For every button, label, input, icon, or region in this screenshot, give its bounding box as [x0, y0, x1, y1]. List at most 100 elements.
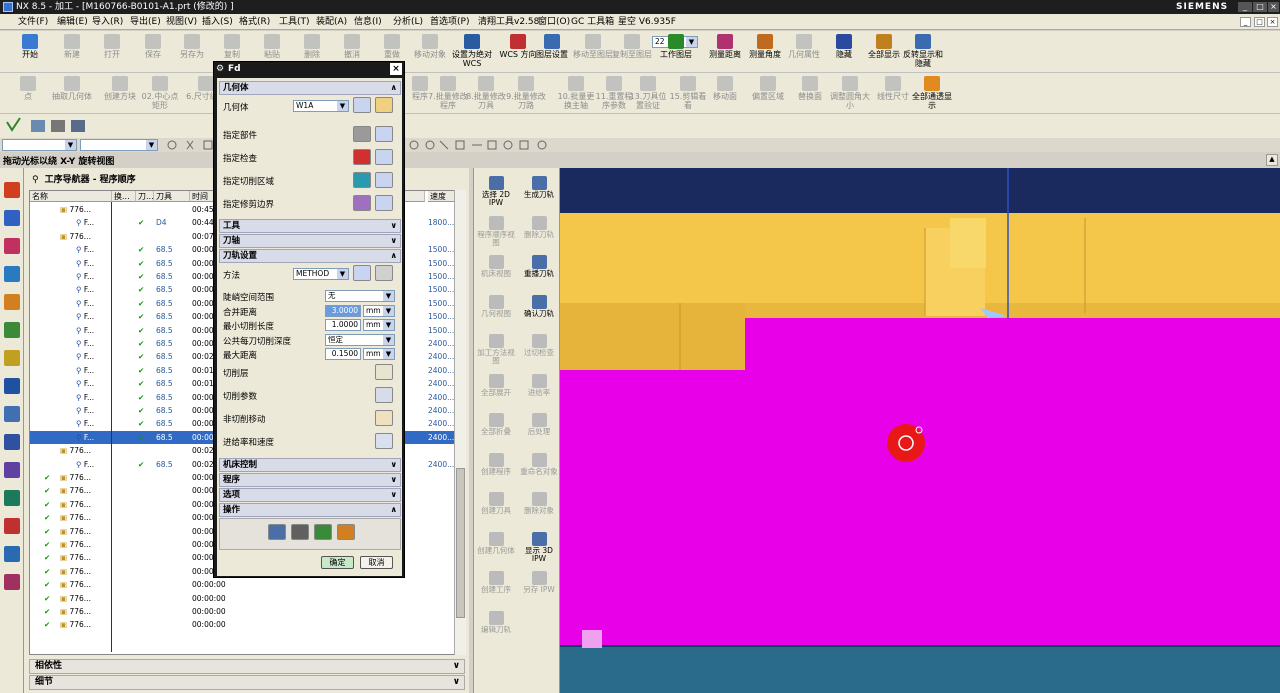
op-button[interactable]: 过切检查	[517, 334, 561, 357]
op-button[interactable]: 选择 2D IPW	[474, 176, 518, 207]
op-button[interactable]: 加工方法视图	[474, 334, 518, 365]
transparent-button[interactable]: 全部通透显示	[912, 76, 952, 110]
save-as-button[interactable]: 另存为	[172, 34, 212, 59]
invert-show-button[interactable]: 反转显示和隐藏	[903, 34, 943, 68]
details-section[interactable]: 细节 ∨	[29, 675, 465, 690]
batch-program-button[interactable]: 7.批量修改程序	[428, 76, 468, 110]
op-button[interactable]: 创建工序	[474, 571, 518, 594]
menu-item[interactable]: 工具(T)	[279, 14, 310, 30]
menu-item[interactable]: 视图(V)	[166, 14, 197, 30]
table-row[interactable]: ▣ 776... ✔ 00:00:00	[30, 578, 460, 591]
op-button[interactable]: 确认刀轨	[517, 294, 561, 318]
assembly-navigator-icon[interactable]	[4, 182, 20, 198]
redo-button[interactable]: 重做	[372, 34, 412, 59]
palette-icon[interactable]	[4, 574, 20, 590]
op-button[interactable]: 重播刀轨	[517, 255, 561, 278]
resize-fillet-button[interactable]: 调整圆角大小	[830, 76, 870, 110]
measure-distance-button[interactable]: 测量距离	[705, 34, 745, 59]
save-button[interactable]: 保存	[133, 34, 173, 59]
op-button[interactable]: 全部展开	[474, 373, 518, 397]
offset-region-button[interactable]: 偏置区域	[748, 76, 788, 101]
system-scenes-icon[interactable]	[4, 546, 20, 562]
doc-minimize-button[interactable]: _	[1240, 17, 1251, 27]
menu-item[interactable]: 格式(R)	[239, 14, 270, 30]
tool-header[interactable]: 工具 ∨	[219, 219, 401, 233]
field-input[interactable]: 0.1500	[325, 348, 361, 360]
point-button[interactable]: 点	[8, 76, 48, 101]
clip-button[interactable]: 15.剪辑看看	[668, 76, 708, 110]
op-button[interactable]: 机床视图	[474, 255, 518, 278]
minimize-button[interactable]: _	[1238, 2, 1252, 12]
display-geometry-icon[interactable]	[375, 172, 393, 188]
column-header[interactable]: 刀...	[136, 191, 154, 202]
op-button[interactable]: 显示 3D IPW	[517, 531, 561, 563]
menu-item[interactable]: 导入(R)	[92, 14, 123, 30]
collapsed-section-header[interactable]: 机床控制 ∨	[219, 458, 401, 472]
menu-item[interactable]: 插入(S)	[202, 14, 233, 30]
hide-button[interactable]: 隐藏	[824, 34, 864, 59]
op-button[interactable]: 重命名对象	[517, 452, 561, 476]
hd3d-tools-icon[interactable]	[4, 350, 20, 366]
doc-restore-button[interactable]: □	[1254, 17, 1265, 27]
menu-item[interactable]: 窗口(O)	[538, 14, 570, 30]
part-navigator-icon[interactable]	[4, 238, 20, 254]
ok-button[interactable]: 确定	[321, 556, 354, 569]
field-input[interactable]: 3.0000	[325, 304, 361, 317]
maximize-button[interactable]: □	[1253, 2, 1267, 12]
extract-geometry-button[interactable]: 抽取几何体	[52, 76, 92, 101]
list-icon[interactable]	[337, 524, 355, 540]
column-header[interactable]: 换...	[112, 191, 136, 202]
geometry-props-button[interactable]: 几何属性	[784, 34, 824, 59]
navigator-vscrollbar[interactable]	[454, 190, 466, 655]
select-geometry-icon[interactable]	[353, 126, 371, 142]
undo-button[interactable]: 撤消	[332, 34, 372, 59]
web-browser-icon[interactable]	[4, 378, 20, 394]
op-button[interactable]: 后处理	[517, 413, 561, 436]
copy-button[interactable]: 复制	[212, 34, 252, 59]
show-all-button[interactable]: 全部显示	[864, 34, 904, 59]
new-button[interactable]: 新建	[52, 34, 92, 59]
menu-item[interactable]: 星空 V6.935F	[618, 14, 676, 30]
display-geometry-icon[interactable]	[375, 126, 393, 142]
op-button[interactable]: 删除刀轨	[517, 215, 561, 239]
op-button[interactable]: 创建几何体	[474, 531, 518, 555]
doc-close-button[interactable]: ×	[1267, 17, 1278, 27]
selection-tools-icon[interactable]	[3, 116, 103, 136]
field-input[interactable]: 1.0000	[325, 319, 361, 331]
table-row[interactable]: ▣ 776... ✔ 00:00:00	[30, 605, 460, 618]
open-button[interactable]: 打开	[92, 34, 132, 59]
move-face-button[interactable]: 移动面	[705, 76, 745, 101]
menu-item[interactable]: GC 工具箱	[571, 14, 614, 30]
graphics-window[interactable]	[560, 168, 1280, 693]
generate-icon[interactable]	[268, 524, 286, 540]
tool-pos-button[interactable]: 13.刀具位置验证	[628, 76, 668, 110]
path-settings-header[interactable]: 刀轨设置 ∧	[219, 249, 401, 263]
select-geometry-icon[interactable]	[353, 149, 371, 165]
table-row[interactable]: ▣ 776... ✔ 00:00:00	[30, 592, 460, 605]
reuse-library-icon[interactable]	[4, 322, 20, 338]
menu-item[interactable]: 信息(I)	[354, 14, 382, 30]
scope-filter-select[interactable]: ▼	[80, 139, 158, 151]
select-geometry-icon[interactable]	[353, 195, 371, 211]
table-row[interactable]: ▣ 776... ✔ 00:00:00	[30, 618, 460, 631]
process-studio-icon[interactable]	[4, 462, 20, 478]
edit-method-icon[interactable]	[375, 265, 393, 281]
verify-icon[interactable]	[314, 524, 332, 540]
cancel-button[interactable]: 取消	[360, 556, 393, 569]
system-materials-icon[interactable]	[4, 434, 20, 450]
method-select[interactable]: METHOD ▼	[293, 268, 349, 280]
column-header[interactable]: 刀具	[154, 191, 190, 202]
operation-navigator-icon[interactable]	[4, 266, 20, 282]
menu-item[interactable]: 导出(E)	[130, 14, 161, 30]
dialog-close-button[interactable]: ×	[390, 63, 402, 75]
op-button[interactable]: 几何视图	[474, 294, 518, 318]
collapsed-section-header[interactable]: 程序 ∨	[219, 473, 401, 487]
op-button[interactable]: 编辑刀轨	[474, 610, 518, 634]
machine-navigator-icon[interactable]	[4, 294, 20, 310]
menu-item[interactable]: 首选项(P)	[430, 14, 469, 30]
batch-spindle-button[interactable]: 10.批量更换主轴	[556, 76, 596, 110]
field-select[interactable]: 恒定 ▼	[325, 333, 395, 346]
op-button[interactable]: 创建刀具	[474, 492, 518, 515]
action-settings-icon[interactable]	[375, 433, 393, 449]
collapsed-section-header[interactable]: 选项 ∨	[219, 488, 401, 502]
